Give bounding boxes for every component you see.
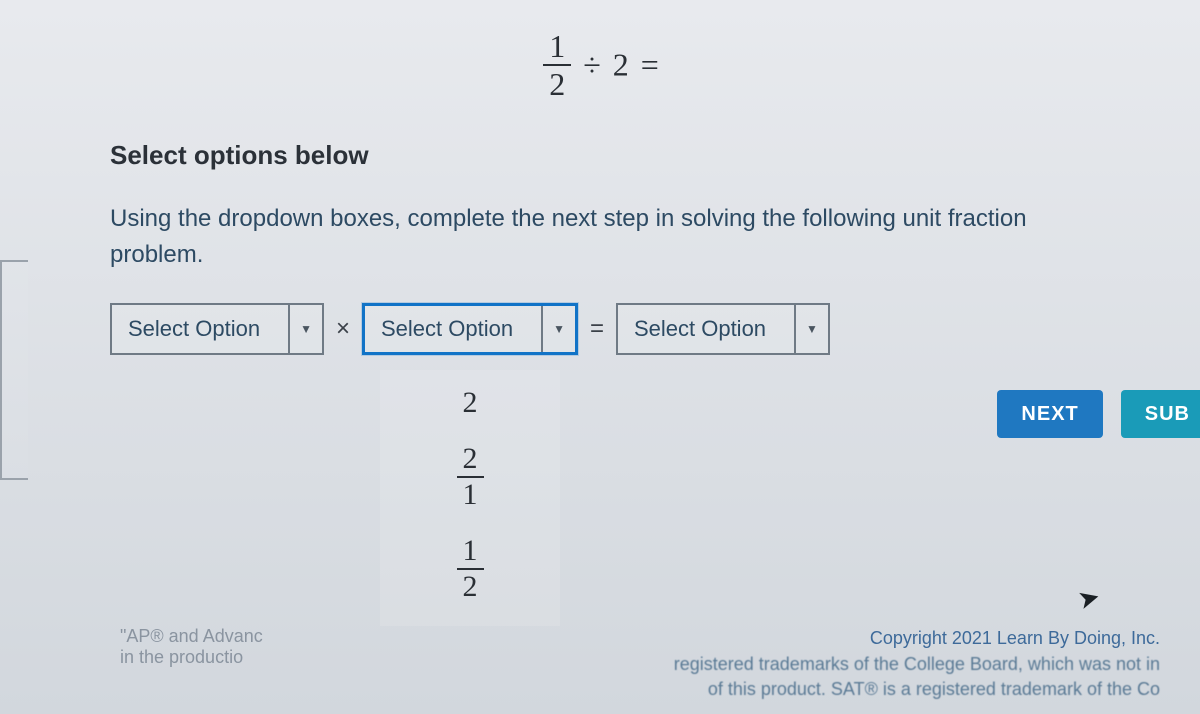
problem-equation: 1 2 ÷ 2 = [110, 20, 1090, 120]
dropdown-result[interactable]: Select Option ▼ [616, 303, 830, 355]
chevron-down-icon: ▼ [541, 306, 565, 352]
option-2-over-1[interactable]: 2 1 [457, 444, 484, 510]
content-area: 1 2 ÷ 2 = Select options below Using the… [0, 0, 1200, 355]
operator-equals: = [590, 315, 604, 343]
footer-left: "AP® and Advanc in the productio [120, 626, 263, 702]
page-root: 1 2 ÷ 2 = Select options below Using the… [0, 0, 1200, 714]
fraction-numerator: 1 [543, 30, 571, 66]
equation-rest: ÷ 2 = [583, 47, 661, 83]
next-button[interactable]: NEXT [997, 390, 1102, 438]
left-edge-decor [0, 260, 28, 480]
section-title: Select options below [110, 140, 1090, 171]
footer-right: Copyright 2021 Learn By Doing, Inc. regi… [674, 626, 1160, 702]
option-denominator: 2 [457, 570, 484, 602]
operator-multiply: × [336, 315, 350, 343]
footer-copyright: Copyright 2021 Learn By Doing, Inc. [674, 626, 1160, 651]
option-1-over-2[interactable]: 1 2 [457, 536, 484, 602]
chevron-down-icon: ▼ [794, 305, 818, 353]
chevron-down-icon: ▼ [288, 305, 312, 353]
submit-button[interactable]: SUB [1121, 390, 1200, 438]
dropdown-operand-2[interactable]: Select Option ▼ [362, 303, 578, 355]
expression-row: Select Option ▼ × Select Option ▼ = Sele… [110, 303, 1090, 355]
dropdown-options-panel: 2 2 1 1 2 [380, 370, 560, 626]
footer: "AP® and Advanc in the productio Copyrig… [0, 626, 1200, 702]
dropdown-operand-1[interactable]: Select Option ▼ [110, 303, 324, 355]
dropdown-label: Select Option [381, 316, 513, 342]
dropdown-label: Select Option [128, 316, 260, 342]
action-buttons: NEXT SUB [997, 390, 1200, 438]
footer-blurb-1: registered trademarks of the College Boa… [674, 652, 1160, 677]
option-numerator: 2 [457, 444, 484, 478]
option-denominator: 1 [457, 478, 484, 510]
fraction-one-half: 1 2 [543, 30, 571, 100]
cursor-icon: ➤ [1075, 581, 1104, 617]
dropdown-label: Select Option [634, 316, 766, 342]
option-2[interactable]: 2 [463, 388, 478, 418]
footer-trademark-1: "AP® and Advanc [120, 626, 263, 647]
instruction-text: Using the dropdown boxes, complete the n… [110, 201, 1090, 273]
footer-blurb-2: of this product. SAT® is a registered tr… [674, 677, 1160, 702]
option-numerator: 1 [457, 536, 484, 570]
footer-trademark-2: in the productio [120, 647, 263, 668]
fraction-denominator: 2 [543, 66, 571, 100]
